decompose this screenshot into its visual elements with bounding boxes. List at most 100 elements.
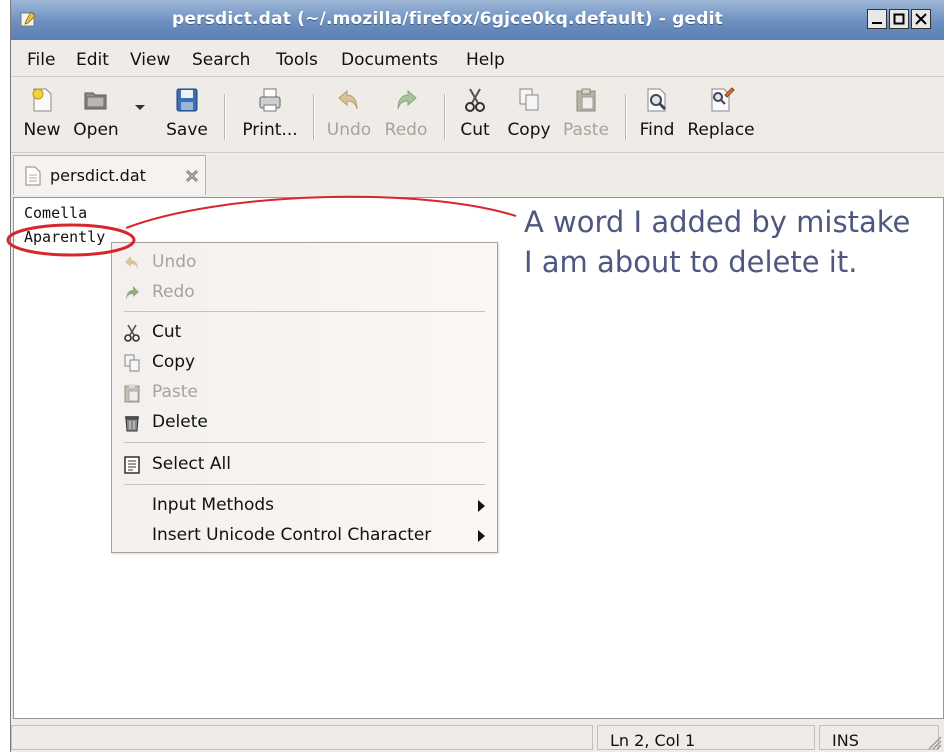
- scissors-icon: [124, 324, 140, 342]
- close-icon: [915, 13, 927, 25]
- menu-tools[interactable]: Tools: [276, 50, 318, 70]
- annotation-text-line-2: I am about to delete it.: [524, 245, 858, 279]
- editor-line-2: Aparently: [24, 228, 106, 246]
- redo-arrow-icon: [397, 89, 417, 110]
- ctx-cut[interactable]: Cut: [112, 319, 497, 347]
- paste-button[interactable]: Paste: [561, 86, 611, 140]
- insert-mode: INS: [819, 725, 939, 750]
- menu-file[interactable]: File: [27, 50, 55, 70]
- undo-arrow-icon: [125, 256, 138, 270]
- print-button[interactable]: Print...: [237, 86, 303, 140]
- undo-button[interactable]: Undo: [325, 86, 373, 140]
- text-file-icon: [25, 166, 41, 186]
- toolbar-separator: [224, 94, 226, 140]
- select-all-icon: [124, 456, 140, 474]
- print-label: Print...: [242, 120, 298, 140]
- menu-documents[interactable]: Documents: [341, 50, 438, 70]
- menu-bar: File Edit View Search Tools Documents He…: [11, 42, 944, 77]
- cursor-position: Ln 2, Col 1: [597, 725, 815, 750]
- copy-pages-icon: [519, 88, 539, 111]
- ctx-paste-label: Paste: [152, 382, 198, 402]
- context-menu: Undo Redo Cut Copy Paste Delete Select A…: [111, 242, 498, 553]
- menu-help[interactable]: Help: [466, 50, 505, 70]
- ctx-redo-label: Redo: [152, 282, 195, 302]
- tab-persdict[interactable]: persdict.dat: [13, 155, 206, 195]
- replace-label: Replace: [687, 120, 755, 140]
- new-label: New: [23, 120, 61, 140]
- ctx-delete-label: Delete: [152, 412, 208, 432]
- menu-view[interactable]: View: [130, 50, 170, 70]
- redo-label: Redo: [384, 120, 428, 140]
- undo-label: Undo: [326, 120, 372, 140]
- find-label: Find: [639, 120, 675, 140]
- printer-icon: [259, 88, 281, 112]
- maximize-icon: [893, 13, 905, 25]
- title-bar[interactable]: persdict.dat (~/.mozilla/firefox/6gjce0k…: [11, 0, 944, 40]
- ctx-copy[interactable]: Copy: [112, 349, 497, 377]
- toolbar: New Open Save Print... Undo Redo Cut Cop…: [11, 78, 944, 153]
- editor-line-1: Comella: [24, 204, 88, 222]
- open-button[interactable]: Open: [71, 86, 121, 140]
- cut-label: Cut: [460, 120, 490, 140]
- menu-separator: [124, 442, 485, 443]
- replace-icon: [711, 87, 735, 112]
- tab-bar: persdict.dat: [11, 153, 944, 197]
- open-recent-dropdown[interactable]: [133, 98, 147, 118]
- close-button[interactable]: [911, 9, 931, 29]
- tab-label: persdict.dat: [50, 166, 146, 185]
- trash-can-icon: [125, 416, 139, 432]
- redo-button[interactable]: Redo: [381, 86, 431, 140]
- menu-search[interactable]: Search: [192, 50, 250, 70]
- ctx-undo[interactable]: Undo: [112, 249, 497, 277]
- tab-close-icon[interactable]: [184, 168, 200, 184]
- open-label: Open: [73, 120, 119, 140]
- menu-separator: [124, 311, 485, 312]
- status-bar: Ln 2, Col 1 INS: [11, 721, 944, 752]
- replace-button[interactable]: Replace: [685, 86, 757, 140]
- new-button[interactable]: New: [21, 86, 63, 140]
- find-magnifier-icon: [647, 88, 667, 112]
- status-message: [11, 725, 593, 750]
- ctx-input-methods[interactable]: Input Methods: [112, 492, 497, 520]
- save-label: Save: [166, 120, 208, 140]
- minimize-button[interactable]: [867, 9, 887, 29]
- toolbar-separator: [444, 94, 446, 140]
- menu-edit[interactable]: Edit: [76, 50, 109, 70]
- cut-button[interactable]: Cut: [458, 86, 492, 140]
- save-disk-icon: [176, 88, 198, 112]
- ctx-insert-unicode[interactable]: Insert Unicode Control Character: [112, 522, 497, 550]
- ctx-select-all-label: Select All: [152, 454, 231, 474]
- find-button[interactable]: Find: [637, 86, 677, 140]
- minimize-icon: [872, 22, 882, 24]
- annotation-text-line-1: A word I added by mistake: [524, 205, 911, 239]
- save-button[interactable]: Save: [164, 86, 210, 140]
- ctx-undo-label: Undo: [152, 252, 197, 272]
- scissors-icon: [465, 88, 485, 112]
- ctx-delete[interactable]: Delete: [112, 409, 497, 437]
- ctx-input-methods-label: Input Methods: [152, 495, 275, 515]
- menu-separator: [124, 484, 485, 485]
- copy-pages-icon: [124, 354, 140, 372]
- submenu-arrow-icon: [478, 530, 485, 542]
- clipboard-icon: [576, 88, 596, 112]
- dropdown-arrow-icon: [135, 105, 145, 110]
- maximize-button[interactable]: [889, 9, 909, 29]
- toolbar-separator: [313, 94, 315, 140]
- copy-label: Copy: [507, 120, 551, 140]
- resize-grip-icon[interactable]: [926, 734, 942, 750]
- paste-label: Paste: [563, 120, 609, 140]
- redo-arrow-icon: [126, 286, 139, 300]
- undo-arrow-icon: [338, 89, 358, 110]
- window-title: persdict.dat (~/.mozilla/firefox/6gjce0k…: [172, 9, 723, 29]
- submenu-arrow-icon: [478, 500, 485, 512]
- toolbar-separator: [625, 94, 627, 140]
- ctx-cut-label: Cut: [152, 322, 182, 342]
- ctx-paste[interactable]: Paste: [112, 379, 497, 407]
- ctx-copy-label: Copy: [152, 352, 196, 372]
- ctx-select-all[interactable]: Select All: [112, 451, 497, 479]
- copy-button[interactable]: Copy: [505, 86, 553, 140]
- new-document-icon: [32, 88, 52, 112]
- ctx-insert-unicode-label: Insert Unicode Control Character: [152, 525, 432, 545]
- open-folder-icon: [84, 92, 107, 110]
- ctx-redo[interactable]: Redo: [112, 279, 497, 307]
